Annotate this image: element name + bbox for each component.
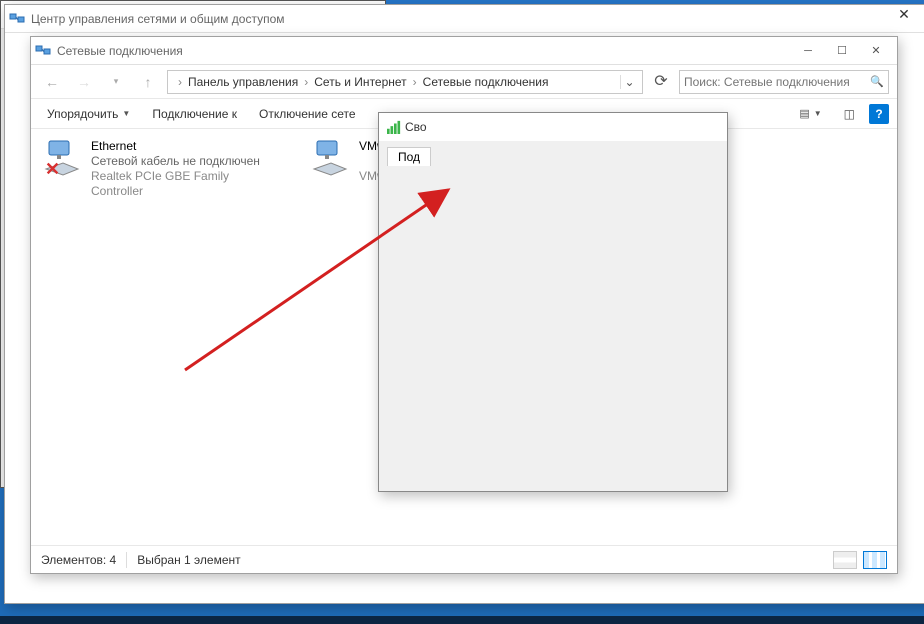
ethernet-disconnected-icon: ✕ — [43, 139, 83, 199]
preview-pane-button[interactable]: ◫ — [836, 105, 863, 123]
details-view-button[interactable] — [833, 551, 857, 569]
network-connections-icon — [35, 43, 51, 59]
network-center-icon — [9, 11, 25, 27]
connect-to-button[interactable]: Подключение к — [144, 105, 245, 123]
breadcrumb-bar[interactable]: › Панель управления › Сеть и Интернет › … — [167, 70, 643, 94]
search-box[interactable]: 🔍 — [679, 70, 889, 94]
breadcrumb-item[interactable]: Сетевые подключения — [419, 75, 553, 89]
maximize-button[interactable]: ☐ — [825, 39, 859, 63]
close-button[interactable]: ✕ — [890, 4, 918, 24]
breadcrumb-item[interactable]: Сеть и Интернет — [310, 75, 410, 89]
titlebar[interactable]: Центр управления сетями и общим доступом… — [5, 5, 924, 33]
chevron-down-icon: ▼ — [122, 109, 130, 118]
tab-connection[interactable]: Под — [387, 147, 431, 166]
refresh-button[interactable]: ⟳ — [649, 70, 673, 94]
svg-text:✕: ✕ — [45, 159, 60, 177]
connection-status: Сетевой кабель не подключен — [91, 154, 275, 169]
dialog-title[interactable]: Сво — [379, 113, 727, 141]
item-count: Элементов: 4 — [41, 553, 116, 567]
search-input[interactable] — [684, 75, 870, 89]
disable-device-button[interactable]: Отключение сете — [251, 105, 364, 123]
up-button[interactable]: ↑ — [135, 70, 161, 94]
chevron-right-icon[interactable]: › — [302, 75, 310, 89]
address-bar-row: ← → ▾ ↑ › Панель управления › Сеть и Инт… — [31, 65, 897, 99]
dialog-title-text: Сво — [405, 120, 427, 134]
minimize-button[interactable]: ─ — [791, 39, 825, 63]
selection-count: Выбран 1 элемент — [137, 553, 240, 567]
connection-name: Ethernet — [91, 139, 275, 154]
connection-device: Realtek PCIe GBE Family Controller — [91, 169, 275, 199]
icons-view-button[interactable] — [863, 551, 887, 569]
back-button[interactable]: ← — [39, 70, 65, 94]
status-bar: Элементов: 4 Выбран 1 элемент — [31, 545, 897, 573]
address-history-dropdown[interactable]: ⌄ — [620, 75, 638, 89]
ethernet-icon — [311, 139, 351, 199]
connection-item-ethernet[interactable]: ✕ Ethernet Сетевой кабель не подключен R… — [35, 135, 283, 203]
chevron-right-icon[interactable]: › — [411, 75, 419, 89]
help-icon[interactable]: ? — [869, 104, 889, 124]
forward-button[interactable]: → — [71, 70, 97, 94]
dialog-properties: Сво Под — [378, 112, 728, 492]
window-title: Сетевые подключения — [51, 44, 791, 58]
window-title: Центр управления сетями и общим доступом — [25, 12, 924, 26]
breadcrumb-item[interactable]: Панель управления — [184, 75, 302, 89]
recent-dropdown[interactable]: ▾ — [103, 70, 129, 94]
taskbar[interactable] — [0, 616, 924, 624]
view-options-dropdown[interactable]: ▤ ▼ — [791, 105, 829, 122]
titlebar[interactable]: Сетевые подключения ─ ☐ ✕ — [31, 37, 897, 65]
close-button[interactable]: ✕ — [859, 39, 893, 63]
organize-menu[interactable]: Упорядочить▼ — [39, 105, 138, 123]
chevron-right-icon[interactable]: › — [176, 75, 184, 89]
search-icon[interactable]: 🔍 — [870, 75, 884, 88]
